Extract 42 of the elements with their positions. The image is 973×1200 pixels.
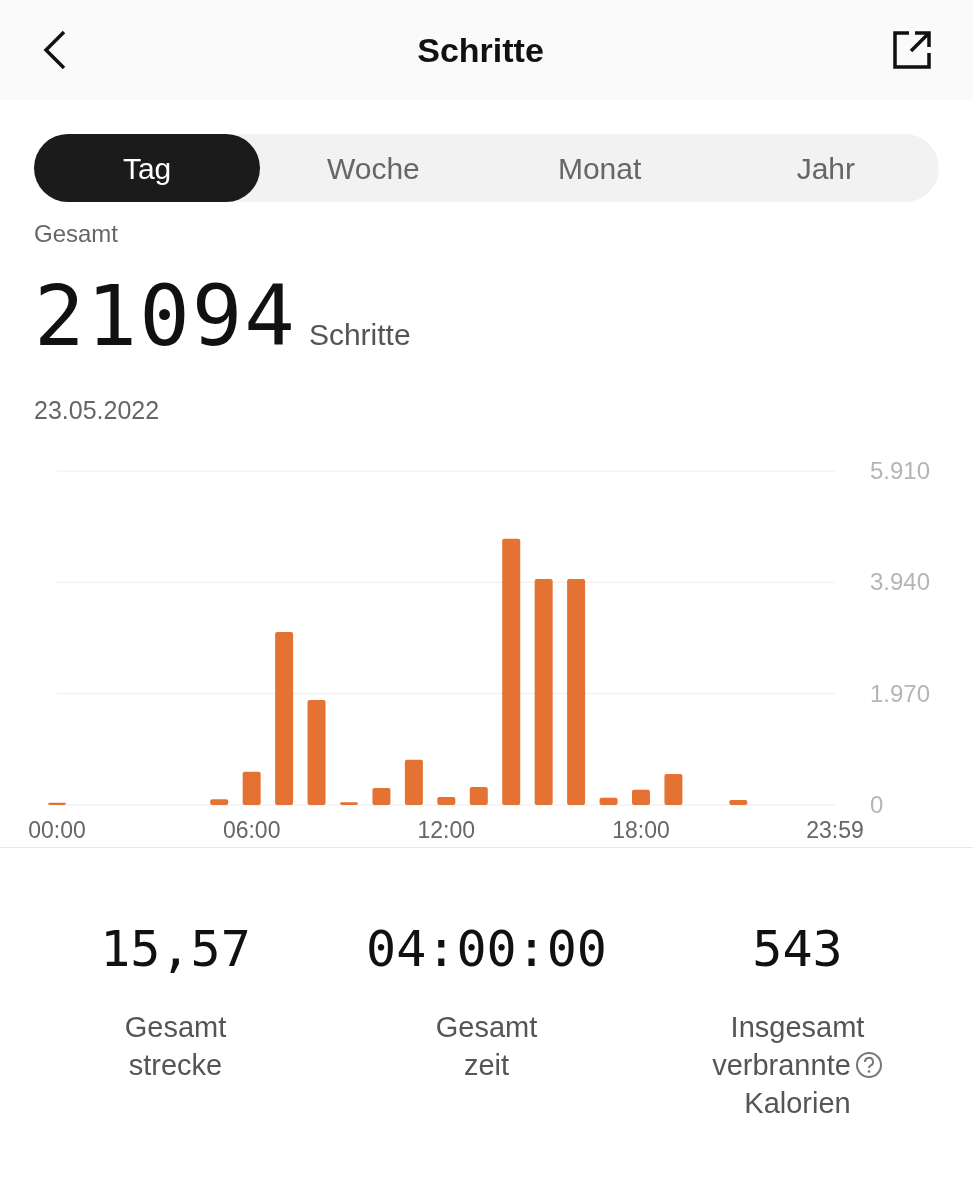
bar (632, 789, 650, 805)
stat-value: 04:00:00 (366, 924, 607, 974)
stat-label: verbrannte (712, 1048, 851, 1083)
axis-label: 5.910 (870, 457, 931, 484)
bar (729, 799, 748, 805)
bar (340, 802, 358, 805)
bar (469, 786, 488, 805)
axis-label: 0 (870, 791, 884, 818)
tab[interactable]: Jahr (712, 134, 939, 202)
tab[interactable]: Tag (34, 134, 261, 202)
unit-label: Schritte (308, 317, 411, 353)
stat-value: 15,57 (100, 924, 251, 974)
bar (48, 802, 66, 805)
help-icon[interactable] (854, 1051, 883, 1079)
page-title: Schritte (417, 29, 544, 71)
bar (242, 771, 261, 805)
tab[interactable]: Monat (486, 134, 713, 202)
bar (372, 788, 391, 805)
stat-label: strecke (128, 1048, 223, 1083)
date-label: 23.05.2022 (34, 398, 161, 423)
bar (664, 773, 683, 805)
total-label: Gesamt (34, 222, 120, 246)
tab[interactable]: Woche (260, 134, 487, 202)
stat-label: Gesamt (124, 1010, 227, 1045)
axis-label: 3.940 (870, 568, 931, 596)
stat-label: zeit (463, 1048, 510, 1083)
bar (404, 759, 423, 805)
axis-label: 00:00 (28, 817, 86, 843)
bar (437, 797, 456, 805)
bar (210, 799, 229, 805)
axis-label: 12:00 (417, 817, 476, 843)
stat-value: 543 (752, 924, 843, 974)
stat-label: Gesamt (435, 1010, 538, 1045)
bar (599, 797, 618, 805)
axis-label: 1.970 (870, 679, 931, 707)
share-icon[interactable] (891, 29, 933, 71)
axis-label: 23:59 (806, 817, 864, 843)
stat-label: Insgesamt (730, 1010, 865, 1045)
axis-label: 06:00 (222, 817, 281, 843)
axis-label: 18:00 (612, 817, 670, 843)
stat-label: Kalorien (744, 1086, 851, 1121)
step-count: 21094 (34, 274, 297, 358)
